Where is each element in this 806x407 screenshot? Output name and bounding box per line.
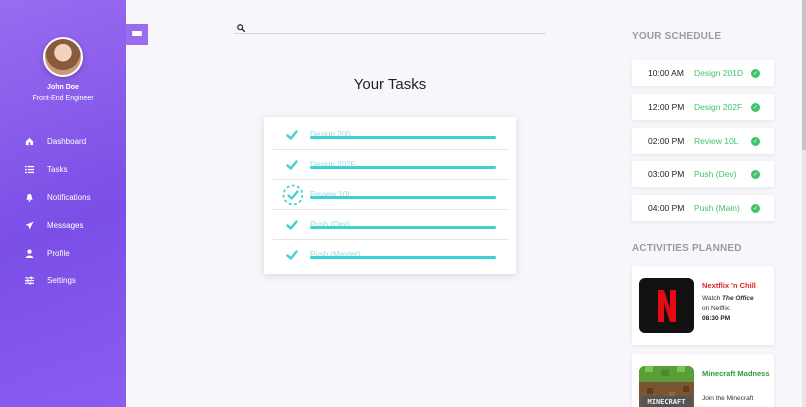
schedule-event: Review 10L (694, 136, 739, 146)
checkmark-icon[interactable] (285, 158, 299, 172)
sidebar: John Doe Front-End Engineer Dashboard Ta… (0, 0, 126, 407)
sidebar-nav: Dashboard Tasks Notifications Messages P… (0, 128, 126, 295)
netflix-logo-icon (639, 278, 694, 333)
schedule-time: 03:00 PM (648, 169, 685, 179)
activity-card-netflix[interactable]: Nextflix 'n Chill Watch The Office on Ne… (632, 266, 774, 345)
list-icon (25, 165, 34, 174)
schedule-event: Push (Main) (694, 203, 740, 213)
schedule-title: YOUR SCHEDULE (632, 31, 722, 42)
avatar[interactable] (43, 37, 83, 77)
scrollbar-thumb[interactable] (802, 0, 806, 150)
search-bar (234, 14, 546, 34)
activity-title: Nextflix 'n Chill (702, 281, 756, 290)
sidebar-item-dashboard[interactable]: Dashboard (0, 128, 126, 156)
strikethrough-line (310, 136, 496, 139)
activity-description: Join the Minecraft (702, 395, 754, 402)
menu-toggle-button[interactable] (126, 24, 148, 45)
task-row[interactable]: Design 200 (273, 120, 509, 150)
search-input[interactable] (250, 16, 540, 32)
bell-icon (25, 193, 34, 202)
checkmark-circle-icon[interactable] (282, 184, 304, 206)
sidebar-item-label: Dashboard (47, 137, 87, 147)
task-row[interactable]: Design 202F (273, 150, 509, 180)
page-scrollbar[interactable] (802, 0, 806, 407)
schedule-item[interactable]: 03:00 PM Push (Dev) ✓ (632, 161, 774, 187)
sidebar-item-label: Messages (47, 220, 84, 230)
sidebar-item-label: Tasks (47, 165, 68, 175)
activity-card-minecraft[interactable]: MINECRAFT Minecraft Madness Join the Min… (632, 354, 774, 407)
user-role: Front-End Engineer (32, 95, 94, 102)
task-row[interactable]: Push (Dev) (273, 210, 509, 240)
task-row[interactable]: Push (Master) (273, 240, 509, 270)
task-row[interactable]: Review 10L (273, 180, 509, 210)
strikethrough-line (310, 166, 496, 169)
check-circle-icon: ✓ (751, 169, 760, 179)
schedule-item[interactable]: 12:00 PM Design 202F ✓ (632, 94, 774, 120)
sidebar-item-messages[interactable]: Messages (0, 211, 126, 239)
minecraft-logo-icon: MINECRAFT (639, 366, 694, 407)
task-list: Design 200 Design 202F Review 10L Push (… (264, 117, 516, 274)
sidebar-item-profile[interactable]: Profile (0, 239, 126, 267)
strikethrough-line (310, 256, 496, 259)
check-circle-icon: ✓ (751, 102, 760, 112)
sliders-icon (25, 276, 34, 286)
check-circle-icon: ✓ (751, 68, 760, 78)
checkmark-icon[interactable] (285, 248, 299, 262)
schedule-time: 10:00 AM (648, 68, 684, 78)
user-name: John Doe (47, 84, 79, 91)
sidebar-item-label: Profile (47, 248, 70, 258)
schedule-event: Design 201D (694, 68, 744, 78)
checkmark-icon[interactable] (285, 128, 299, 142)
hamburger-icon (132, 31, 142, 38)
schedule-time: 02:00 PM (648, 136, 685, 146)
schedule-item[interactable]: 04:00 PM Push (Main) ✓ (632, 195, 774, 221)
sidebar-item-label: Notifications (47, 192, 91, 202)
schedule-item[interactable]: 10:00 AM Design 201D ✓ (632, 60, 774, 86)
sidebar-item-settings[interactable]: Settings (0, 267, 126, 295)
send-icon (25, 221, 34, 230)
schedule-item[interactable]: 02:00 PM Review 10L ✓ (632, 128, 774, 154)
strikethrough-line (310, 226, 496, 229)
activities-title: ACTIVITIES PLANNED (632, 243, 742, 254)
check-circle-icon: ✓ (751, 136, 760, 146)
user-icon (25, 249, 34, 258)
schedule-event: Design 202F (694, 102, 743, 112)
home-icon (25, 137, 34, 146)
sidebar-item-notifications[interactable]: Notifications (0, 184, 126, 212)
schedule-event: Push (Dev) (694, 169, 737, 179)
schedule-time: 04:00 PM (648, 203, 685, 213)
activity-time: 08:30 PM (702, 315, 731, 322)
strikethrough-line (310, 196, 496, 199)
tasks-title: Your Tasks (353, 76, 427, 93)
activity-description: Watch The Office on Netflix. (702, 295, 754, 312)
activity-title: Minecraft Madness (702, 369, 770, 378)
sidebar-item-label: Settings (47, 276, 76, 286)
check-circle-icon: ✓ (751, 203, 760, 213)
sidebar-item-tasks[interactable]: Tasks (0, 156, 126, 184)
search-icon (237, 19, 246, 33)
checkmark-icon[interactable] (285, 218, 299, 232)
schedule-time: 12:00 PM (648, 102, 685, 112)
